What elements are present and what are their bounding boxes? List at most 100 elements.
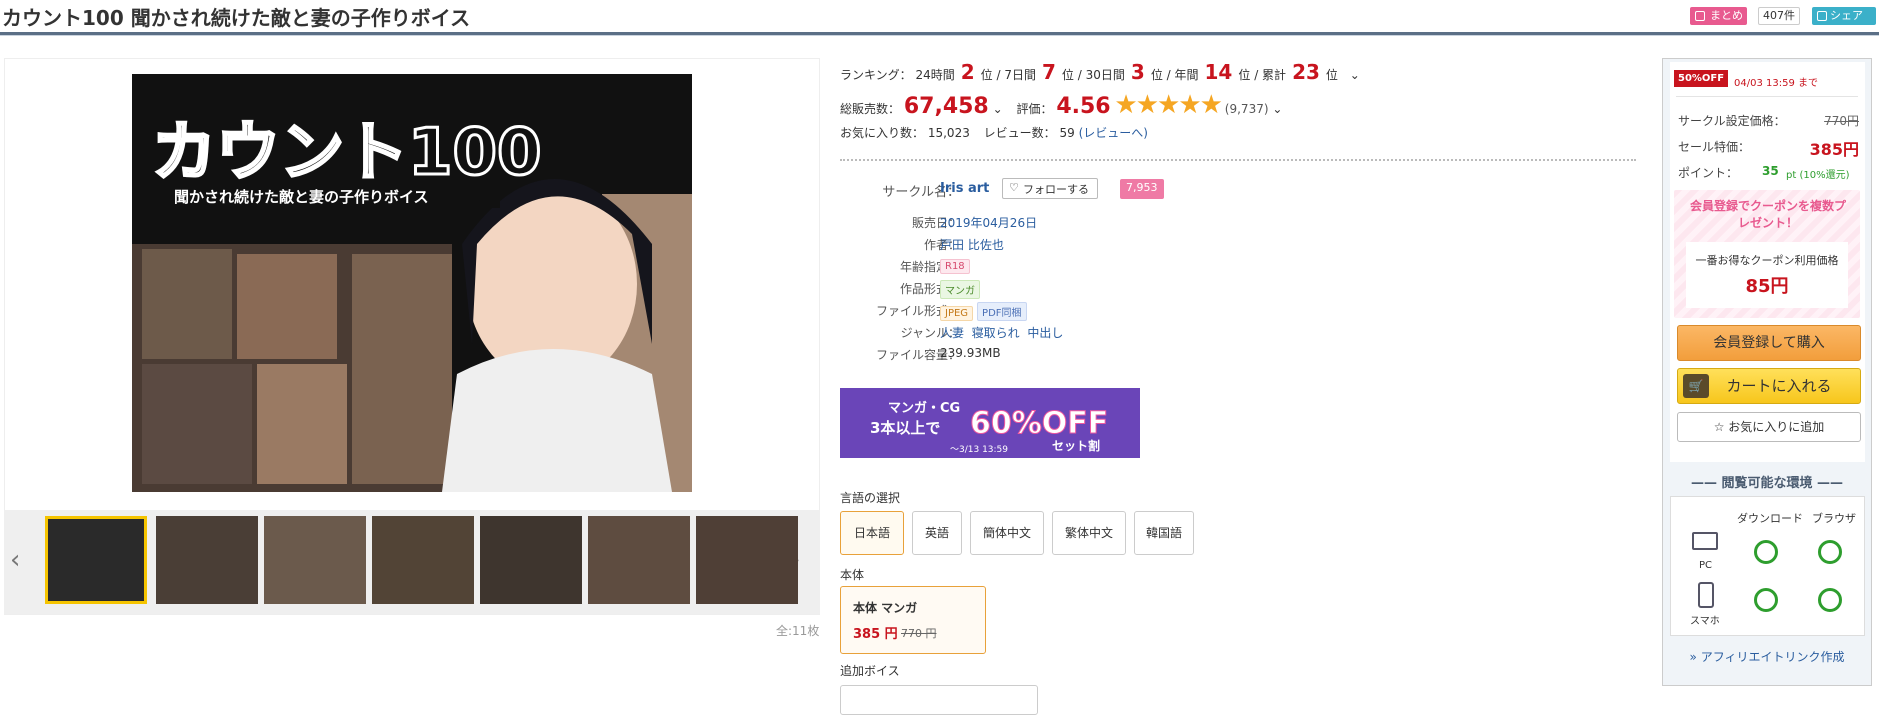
smartphone-label: スマホ <box>1690 616 1720 627</box>
rank-unit: 位 <box>1150 68 1163 82</box>
file-tag-jpeg[interactable]: JPEG <box>940 306 974 321</box>
cover-title: カウント100 <box>152 116 542 190</box>
rank-period: 24時間 <box>915 68 955 82</box>
review-label: レビュー数： <box>983 126 1056 140</box>
rank-unit: 位 <box>980 68 993 82</box>
star-rating-icon: ★★★★★ <box>1114 90 1223 120</box>
pc-browser-ok-icon <box>1818 540 1842 564</box>
rank-period: 7日間 <box>1004 68 1036 82</box>
banner-art: マンガ・CG 3本以上で 60%OFF セット割 〜3/13 13:59 <box>840 388 1140 458</box>
lang-traditional-chinese[interactable]: 繁体中文 <box>1052 511 1126 555</box>
rank-value: 7 <box>1042 60 1056 84</box>
point-label: ポイント： <box>1678 166 1739 180</box>
extra-voice-option[interactable] <box>840 685 1038 715</box>
genre-link[interactable]: 寝取られ <box>972 326 1020 340</box>
age-tag[interactable]: R18 <box>940 259 970 274</box>
thumbnail-1[interactable] <box>45 516 147 604</box>
image-total: 全:11枚 <box>776 624 820 638</box>
rank-unit: 位 <box>1325 68 1338 82</box>
banner-percent: 60%OFF <box>970 406 1108 441</box>
share-icon <box>1817 11 1827 21</box>
rank-value: 23 <box>1292 60 1320 84</box>
ranking-row: ランキング： 24時間 2 位 / 7日間 7 位 / 30日間 3 位 / 年間 14 位 /… <box>840 60 1360 84</box>
campaign-banner[interactable]: マンガ・CG 3本以上で 60%OFF セット割 〜3/13 13:59 <box>840 388 1140 458</box>
register-and-buy-button[interactable]: 会員登録して購入 <box>1677 325 1861 361</box>
chevron-down-icon[interactable]: ⌄ <box>1350 68 1360 82</box>
environment-title: —— 閲覧可能な環境 —— <box>1690 476 1844 491</box>
main-edition-option[interactable]: 本体 マンガ 385 円 770 円 <box>840 586 986 654</box>
genre-link[interactable]: 中出し <box>1027 326 1063 340</box>
matome-count: 407件 <box>1758 7 1800 25</box>
cart-label: カートに入れる <box>1726 377 1832 395</box>
rating-value: 4.56 <box>1056 94 1111 119</box>
lang-english[interactable]: 英語 <box>912 511 962 555</box>
rating-count: (9,737) <box>1224 102 1269 116</box>
favorites-label: お気に入り数： <box>840 126 925 140</box>
sales-value: 67,458 <box>903 94 989 119</box>
edition-name: 本体 マンガ <box>853 601 918 615</box>
genre-link[interactable]: 人妻 <box>940 326 964 340</box>
affiliate-link[interactable]: » アフィリエイトリンク作成 <box>1662 648 1872 665</box>
rank-unit: 位 <box>1061 68 1074 82</box>
form-tag[interactable]: マンガ <box>940 280 980 299</box>
matome-button[interactable]: まとめ <box>1690 7 1747 25</box>
circle-link[interactable]: Iris art <box>940 181 989 196</box>
pc-icon <box>1692 532 1718 550</box>
browser-column-label: ブラウザ <box>1812 512 1856 525</box>
thumbnail-3[interactable] <box>264 516 366 604</box>
review-link[interactable]: (レビューへ) <box>1079 126 1148 140</box>
coupon-title: 会員登録でクーポンを複数プレゼント！ <box>1690 199 1847 230</box>
banner-line2: 3本以上で <box>870 419 940 437</box>
pc-label: PC <box>1699 560 1713 571</box>
cover-subtitle: 聞かされ続けた敵と妻の子作りボイス <box>174 188 429 206</box>
rank-unit: 位 <box>1238 68 1251 82</box>
rank-value: 14 <box>1204 60 1233 84</box>
share-button[interactable]: シェア <box>1812 7 1876 25</box>
star-icon: ☆ <box>1713 420 1729 434</box>
divider <box>840 159 1636 161</box>
rank-period: 年間 <box>1174 68 1199 82</box>
cart-icon: 🛒 <box>1683 374 1709 398</box>
environment-title-text: 閲覧可能な環境 <box>1721 476 1813 491</box>
favorite-label: お気に入りに追加 <box>1728 420 1825 434</box>
favorites-value: 15,023 <box>927 126 970 140</box>
banner-line1: マンガ・CG <box>888 401 960 416</box>
divider <box>1676 96 1858 97</box>
rank-value: 3 <box>1130 60 1145 84</box>
share-label: シェア <box>1830 9 1863 22</box>
sp-browser-ok-icon <box>1818 588 1842 612</box>
coupon-subtitle: 一番お得なクーポン利用価格 <box>1695 254 1839 267</box>
chevron-left-icon[interactable]: ‹ <box>10 545 20 575</box>
point-unit: pt (10%還元) <box>1786 170 1850 181</box>
date-link[interactable]: 2019年04月26日 <box>940 214 1037 231</box>
file-tag-pdf[interactable]: PDF同梱 <box>977 302 1027 321</box>
author-link[interactable]: 戸田 比佐也 <box>940 236 1004 253</box>
follow-button[interactable]: ♡ フォローする <box>1002 178 1098 199</box>
rank-period: 30日間 <box>1085 68 1125 82</box>
download-column-label: ダウンロード <box>1737 512 1803 525</box>
heart-icon: ♡ <box>1009 181 1019 194</box>
review-value: 59 <box>1059 126 1075 140</box>
language-label: 言語の選択 <box>840 491 901 505</box>
chevron-down-icon[interactable]: ⌄ <box>993 102 1003 116</box>
thumbnail-5[interactable] <box>480 516 582 604</box>
edition-price: 385 円 <box>853 627 898 642</box>
thumbnail-6[interactable] <box>588 516 690 604</box>
discount-until: 04/03 13:59 まで <box>1734 78 1818 89</box>
thumbnail-7[interactable] <box>696 516 798 604</box>
set-price: 770円 <box>1824 114 1859 128</box>
lang-japanese[interactable]: 日本語 <box>840 511 904 555</box>
favorites-row: お気に入り数： 15,023 レビュー数： 59 (レビューへ) <box>840 124 1148 141</box>
discount-badge: 50%OFF <box>1674 70 1729 87</box>
chevron-down-icon[interactable]: ⌄ <box>1272 102 1282 116</box>
thumbnail-4[interactable] <box>372 516 474 604</box>
lang-simplified-chinese[interactable]: 簡体中文 <box>970 511 1044 555</box>
add-favorite-button[interactable]: ☆ お気に入りに追加 <box>1677 412 1861 442</box>
thumbnail-2[interactable] <box>156 516 258 604</box>
matome-label: まとめ <box>1710 9 1743 22</box>
cover-art: カウント100 聞かされ続けた敵と妻の子作りボイス <box>132 74 692 492</box>
main-product-image[interactable]: カウント100 聞かされ続けた敵と妻の子作りボイス <box>132 74 692 492</box>
lang-korean[interactable]: 韓国語 <box>1134 511 1194 555</box>
coupon-price: 85円 <box>1745 276 1789 297</box>
edition-old-price: 770 円 <box>901 627 937 640</box>
